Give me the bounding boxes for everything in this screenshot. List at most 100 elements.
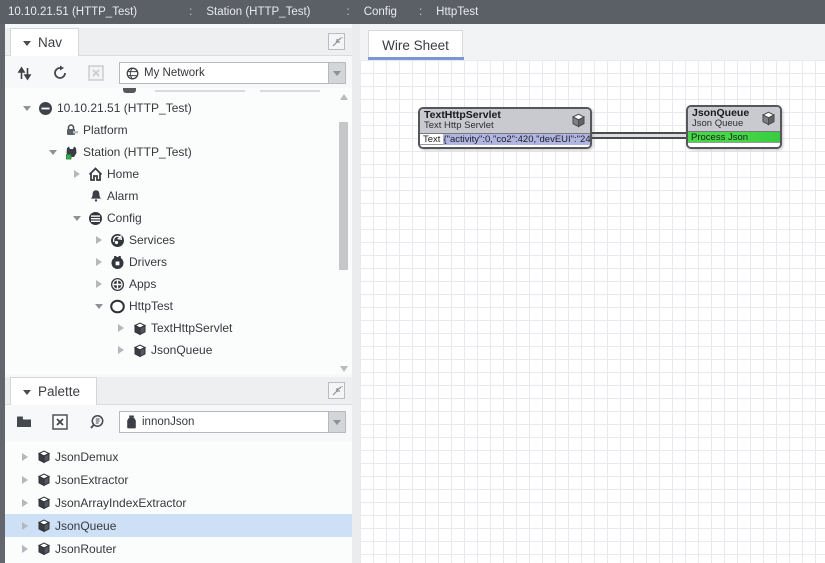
expander-right-icon[interactable]	[17, 453, 33, 461]
nav-tree[interactable]: 10.10.21.51 (HTTP_Test) Platform Station…	[5, 88, 352, 374]
scroll-down-icon[interactable]	[340, 364, 348, 372]
nav-scope-dropdown-button[interactable]	[328, 63, 345, 83]
scroll-up-icon[interactable]	[340, 92, 348, 100]
palette-item-label: JsonDemux	[55, 450, 118, 464]
services-icon	[109, 233, 126, 248]
palette-popout-button[interactable]	[328, 382, 345, 399]
expander-right-icon[interactable]	[91, 236, 107, 244]
tree-item-alarm[interactable]: Alarm	[5, 185, 352, 207]
expander-right-icon[interactable]	[17, 545, 33, 553]
alarm-bell-icon	[87, 189, 104, 203]
expander-right-icon[interactable]	[69, 170, 85, 178]
breadcrumb-config[interactable]: Config	[364, 6, 397, 18]
tab-menu-triangle-icon	[23, 390, 31, 399]
palette-module-dropdown-button[interactable]	[328, 412, 345, 432]
palette-item-label: JsonExtractor	[55, 473, 128, 487]
popout-arrow-icon	[331, 385, 343, 397]
palette-item-jsondemux[interactable]: JsonDemux	[5, 445, 352, 468]
tree-item-host[interactable]: 10.10.21.51 (HTTP_Test)	[5, 97, 352, 119]
block-texthttpservlet[interactable]: TextHttpServlet Text Http Servlet Text {…	[418, 107, 592, 149]
config-database-icon	[87, 211, 104, 226]
palette-item-jsonextractor[interactable]: JsonExtractor	[5, 468, 352, 491]
block-jsonqueue[interactable]: JsonQueue Json Queue Process Json	[686, 105, 782, 149]
nav-scope-combobox[interactable]: My Network	[119, 62, 346, 84]
tree-item-drivers[interactable]: Drivers	[5, 251, 352, 273]
block-header: JsonQueue Json Queue	[688, 107, 780, 132]
expander-down-icon[interactable]	[91, 300, 107, 313]
component-cube-icon	[35, 449, 52, 464]
tree-item-texthttpservlet[interactable]: TextHttpServlet	[5, 317, 352, 339]
breadcrumb-httptest[interactable]: HttpTest	[436, 6, 478, 18]
tree-item-config[interactable]: Config	[5, 207, 352, 229]
component-cube-icon	[35, 518, 52, 533]
tree-item-station[interactable]: Station (HTTP_Test)	[5, 141, 352, 163]
nav-tree-scrollbar[interactable]	[338, 90, 350, 372]
expander-right-icon[interactable]	[17, 499, 33, 507]
expander-right-icon[interactable]	[17, 476, 33, 484]
tree-item-home[interactable]: Home	[5, 163, 352, 185]
nav-refresh-button[interactable]	[49, 63, 71, 83]
palette-list[interactable]: JsonDemux JsonExtractor JsonArrayIndexEx…	[5, 442, 352, 563]
folder-ring-icon	[109, 299, 126, 314]
block-port-text[interactable]: Text {"activity":0,"co2":420,"devEUI":"2…	[420, 134, 590, 145]
search-icon	[89, 414, 104, 430]
tab-menu-triangle-icon	[23, 41, 31, 50]
port-label: Process Json	[691, 132, 748, 143]
nav-popout-button[interactable]	[328, 33, 345, 50]
link-wire[interactable]	[591, 132, 688, 139]
tab-wire-sheet[interactable]: Wire Sheet	[368, 30, 463, 60]
tree-item-label: TextHttpServlet	[151, 321, 232, 335]
tree-item-httptest[interactable]: HttpTest	[5, 295, 352, 317]
breadcrumb: 10.10.21.51 (HTTP_Test) : Station (HTTP_…	[0, 0, 825, 24]
tab-nav[interactable]: Nav	[10, 28, 79, 56]
expander-right-icon[interactable]	[113, 346, 129, 354]
tree-item-platform[interactable]: Platform	[5, 119, 352, 141]
component-cube-icon	[35, 472, 52, 487]
nav-close-button[interactable]	[85, 63, 107, 83]
palette-module-combobox[interactable]: innonJson	[119, 411, 346, 433]
close-box-icon	[88, 65, 104, 81]
palette-item-jsonrouter[interactable]: JsonRouter	[5, 537, 352, 560]
scrollbar-thumb[interactable]	[339, 122, 348, 270]
nav-tab-label: Nav	[38, 35, 62, 50]
palette-close-button[interactable]	[49, 412, 71, 432]
expander-down-icon[interactable]	[19, 102, 35, 115]
wiresheet-canvas[interactable]: TextHttpServlet Text Http Servlet Text {…	[360, 60, 825, 563]
expander-right-icon[interactable]	[113, 324, 129, 332]
palette-panel: Palette	[5, 374, 352, 563]
tree-item-apps[interactable]: Apps	[5, 273, 352, 295]
popout-arrow-icon	[331, 36, 343, 48]
tree-item-label: Home	[107, 167, 139, 181]
breadcrumb-separator: :	[347, 6, 350, 18]
expander-right-icon[interactable]	[91, 280, 107, 288]
expander-right-icon[interactable]	[17, 522, 33, 530]
palette-open-button[interactable]	[13, 412, 35, 432]
palette-item-jsonqueue-selected[interactable]: JsonQueue	[5, 514, 352, 537]
panel-splitter[interactable]	[352, 24, 360, 563]
home-icon	[87, 167, 104, 182]
nav-sort-button[interactable]	[13, 63, 35, 83]
folder-icon	[16, 415, 33, 429]
palette-tabbar: Palette	[5, 377, 352, 405]
block-port-process-json[interactable]: Process Json	[688, 132, 780, 143]
drivers-icon	[109, 255, 126, 270]
tree-item-services[interactable]: Services	[5, 229, 352, 251]
tab-palette[interactable]: Palette	[10, 377, 97, 405]
wiresheet-tab-label: Wire Sheet	[382, 38, 449, 53]
tree-item-label: HttpTest	[129, 299, 173, 313]
palette-item-label: JsonArrayIndexExtractor	[55, 496, 186, 510]
breadcrumb-host[interactable]: 10.10.21.51 (HTTP_Test)	[8, 6, 137, 18]
component-cube-icon	[131, 343, 148, 358]
palette-search-button[interactable]	[85, 412, 107, 432]
tree-item-label: Services	[129, 233, 175, 247]
block-header: TextHttpServlet Text Http Servlet	[420, 109, 590, 134]
expander-down-icon[interactable]	[69, 212, 85, 225]
apps-icon	[109, 277, 126, 292]
palette-item-jsonarrayindexextractor[interactable]: JsonArrayIndexExtractor	[5, 491, 352, 514]
tree-item-label: Apps	[129, 277, 156, 291]
nav-panel: Nav	[5, 24, 352, 374]
tree-item-jsonqueue[interactable]: JsonQueue	[5, 339, 352, 361]
expander-down-icon[interactable]	[45, 146, 61, 159]
expander-right-icon[interactable]	[91, 258, 107, 266]
breadcrumb-station[interactable]: Station (HTTP_Test)	[206, 6, 310, 18]
